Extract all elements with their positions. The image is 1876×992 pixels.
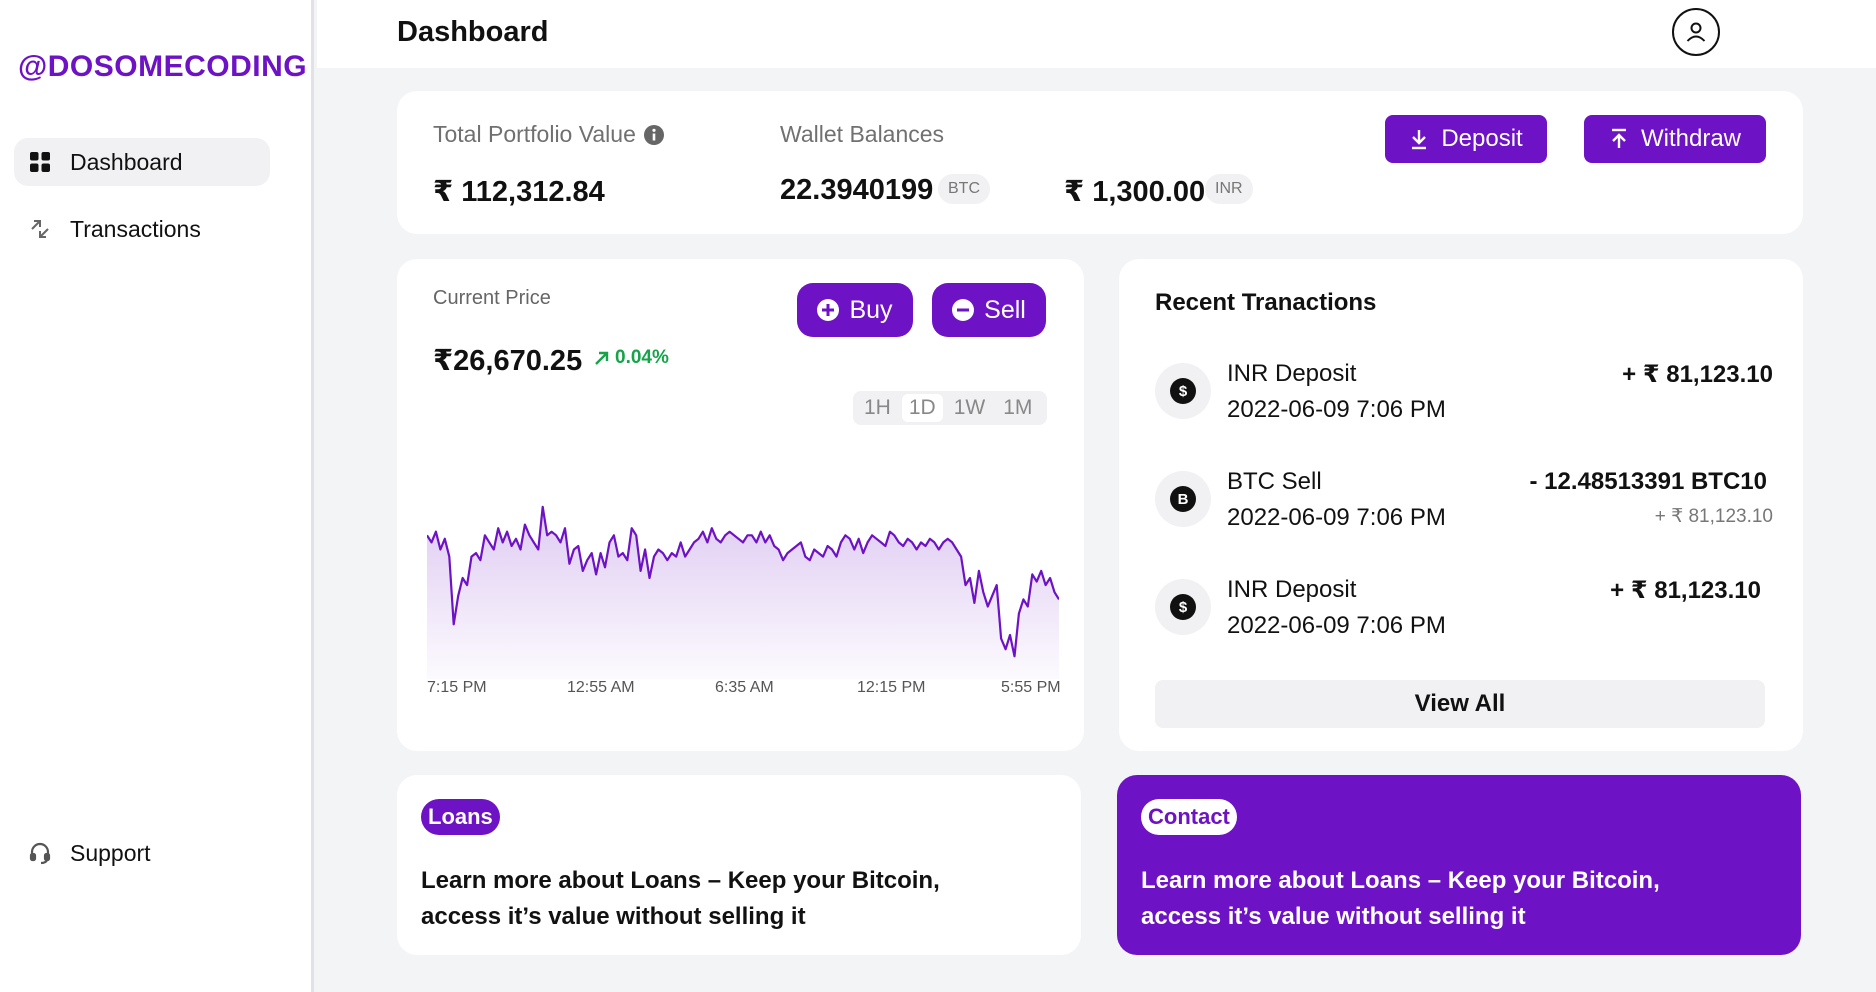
withdraw-button[interactable]: Withdraw [1584,115,1766,163]
chart-area [427,506,1059,679]
minus-circle-icon [952,299,975,321]
transaction-sub-amount: + ₹ 81,123.10 [1654,506,1773,527]
sidebar-item-label: Support [70,839,151,866]
buy-button[interactable]: Buy [797,283,913,337]
transaction-date: 2022-06-09 7:06 PM [1227,504,1446,531]
view-all-button[interactable]: View All [1155,680,1765,728]
contact-tag[interactable]: Contact [1141,799,1237,835]
x-tick-label: 6:35 AM [715,679,774,696]
upload-icon [1609,128,1629,150]
recent-transactions-card: Recent Tranactions $ INR Deposit 2022-06… [1119,259,1803,751]
brand-logo[interactable]: @DOSOMECODING [18,50,307,84]
loans-tag[interactable]: Loans [421,799,500,835]
btc-balance: 22.3940199 [780,174,934,206]
info-icon[interactable] [643,124,664,145]
time-range-selector: 1H 1D 1W 1M [853,391,1047,425]
price-chart[interactable] [427,479,1059,679]
x-tick-label: 5:55 PM [1001,679,1061,696]
inr-unit-badge: INR [1205,174,1253,204]
x-tick-label: 12:15 PM [857,679,926,696]
arrows-diagonal-icon [28,217,52,241]
sidebar-item-label: Transactions [70,215,201,242]
page-title: Dashboard [397,16,549,48]
plus-circle-icon [817,299,840,321]
portfolio-card: Total Portfolio Value ₹ 112,312.84 Walle… [397,91,1803,234]
transaction-amount: + ₹ 81,123.10 [1610,577,1761,604]
grid-icon [28,150,52,174]
range-1w[interactable]: 1W [947,394,993,422]
headset-icon [28,841,52,865]
transaction-amount: + ₹ 81,123.10 [1622,361,1773,388]
transaction-date: 2022-06-09 7:06 PM [1227,612,1446,639]
promo-text: Learn more about Loans – Keep your Bitco… [421,867,940,930]
wallet-balances-label: Wallet Balances [780,121,945,147]
x-tick-label: 7:15 PM [427,679,487,696]
total-portfolio-value: ₹ 112,312.84 [433,176,605,208]
dollar-coin-icon: $ [1155,363,1211,419]
sidebar-item-dashboard[interactable]: Dashboard [14,138,270,186]
current-price-value: ₹26,670.25 [433,345,583,377]
transaction-amount: - 12.48513391 BTC10 [1529,468,1768,495]
transaction-title: INR Deposit [1227,576,1357,603]
range-1m[interactable]: 1M [996,394,1039,422]
sidebar-item-support[interactable]: Support [14,829,270,877]
transaction-title: INR Deposit [1227,360,1357,387]
total-portfolio-label: Total Portfolio Value [433,121,664,148]
price-change: 0.04% [593,347,669,369]
user-icon [1686,22,1706,42]
range-1d[interactable]: 1D [901,394,943,422]
range-1h[interactable]: 1H [857,394,898,422]
arrow-up-right-icon [593,349,611,367]
transaction-date: 2022-06-09 7:06 PM [1227,396,1446,423]
current-price-label: Current Price [433,287,551,309]
dollar-coin-icon: $ [1155,579,1211,635]
top-bar: Dashboard [317,0,1876,68]
btc-unit-badge: BTC [938,174,990,204]
avatar[interactable] [1672,8,1720,56]
sell-button[interactable]: Sell [932,283,1046,337]
recent-transactions-title: Recent Tranactions [1155,289,1377,316]
transaction-title: BTC Sell [1227,468,1322,495]
inr-balance: ₹ 1,300.00 [1064,176,1206,208]
contact-promo-card[interactable]: Contact Learn more about Loans – Keep yo… [1117,775,1801,955]
download-icon [1409,128,1429,150]
sidebar-item-transactions[interactable]: Transactions [14,205,270,253]
deposit-button[interactable]: Deposit [1385,115,1547,163]
loans-promo-card[interactable]: Loans Learn more about Loans – Keep your… [397,775,1081,955]
sidebar-item-label: Dashboard [70,148,183,175]
price-card: Current Price ₹26,670.25 0.04% Buy Sell … [397,259,1084,751]
bitcoin-coin-icon: B [1155,471,1211,527]
promo-text: Learn more about Loans – Keep your Bitco… [1141,867,1660,930]
x-tick-label: 12:55 AM [567,679,635,696]
sidebar: @DOSOMECODING Dashboard Transactions Sup… [0,0,314,992]
